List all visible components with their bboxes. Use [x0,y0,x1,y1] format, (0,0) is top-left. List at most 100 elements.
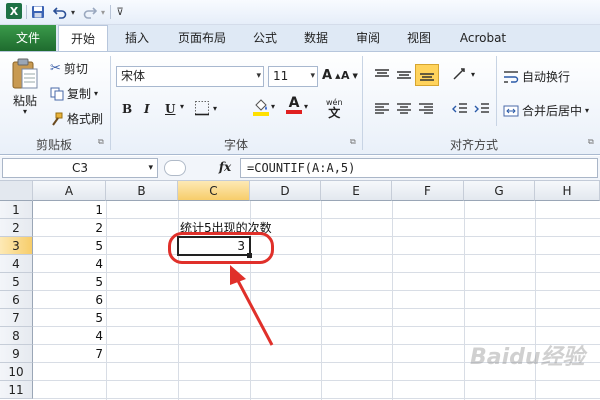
row-header[interactable]: 1 [0,201,33,219]
row-header[interactable]: 2 [0,219,33,237]
annotation-arrow [230,265,274,346]
underline-dropdown-icon[interactable]: ▾ [180,102,184,111]
cell-a8[interactable]: 4 [33,327,106,345]
cell-a9[interactable]: 7 [33,345,106,363]
undo-icon[interactable] [52,4,68,20]
row-header[interactable]: 10 [0,363,33,381]
align-right-button[interactable] [418,102,434,116]
column-header-selected[interactable]: C [178,181,250,201]
tab-formulas[interactable]: 公式 [245,25,285,51]
redo-icon[interactable] [82,4,98,20]
column-header[interactable]: F [392,181,464,201]
shrink-font-button[interactable]: A ▼ [341,69,358,82]
cut-button[interactable]: ✂ 剪切 [50,60,88,77]
orientation-dropdown-icon: ▾ [471,69,476,79]
fill-dropdown-icon[interactable]: ▾ [271,102,275,111]
row-header[interactable]: 8 [0,327,33,345]
splitter-handle[interactable] [164,160,186,176]
copy-dropdown-icon[interactable]: ▾ [94,89,98,98]
underline-button[interactable]: U [165,102,175,116]
cell-a3[interactable]: 5 [33,237,106,255]
grow-font-button[interactable]: A ▲ [322,68,340,83]
customize-arrow-icon[interactable]: ⊽ [114,4,126,20]
align-left-button[interactable] [374,102,390,116]
row-header[interactable]: 7 [0,309,33,327]
tab-view[interactable]: 视图 [399,25,439,51]
grid-line [33,326,600,327]
font-name-select[interactable]: 宋体 ▾ [116,66,264,87]
font-color-dropdown-icon[interactable]: ▾ [304,102,308,111]
chevron-down-icon[interactable]: ▾ [148,159,153,177]
cell-a4[interactable]: 4 [33,255,106,273]
row-header[interactable]: 9 [0,345,33,363]
orientation-button[interactable]: ▾ [452,66,475,82]
copy-button[interactable]: 复制 ▾ [50,85,98,102]
clipboard-group-label: 剪贴板 [35,138,72,152]
align-center-button[interactable] [396,102,412,116]
grid-line [106,201,107,400]
grid-line [33,308,600,309]
column-header[interactable]: E [321,181,392,201]
formula-input[interactable]: =COUNTIF(A:A,5) [240,158,598,178]
text-orientation-icon [453,68,465,80]
bold-button[interactable]: B [122,102,132,116]
name-box[interactable]: C3 ▾ [2,158,158,178]
copy-icon [50,87,64,100]
alignment-launcher-icon[interactable]: ⧉ [588,137,594,147]
increase-indent-button[interactable] [474,102,490,116]
grid-line [33,398,600,399]
tab-data[interactable]: 数据 [296,25,336,51]
excel-window: X ▾ ▾ ⊽ 文件 开始 插入 页面布局 公式 数据 审阅 视图 Acroba… [0,0,600,400]
save-icon[interactable] [30,4,46,20]
row-header-selected[interactable]: 3 [0,237,33,255]
tab-acrobat[interactable]: Acrobat [452,25,514,51]
tab-page-layout[interactable]: 页面布局 [170,25,234,51]
wrap-text-button[interactable]: 自动换行 [503,68,570,85]
tab-home[interactable]: 开始 [58,25,108,52]
select-all-corner[interactable] [0,181,33,201]
quick-access-toolbar: X ▾ ▾ ⊽ [0,0,600,25]
borders-button[interactable]: ▾ [194,100,217,116]
redo-dropdown-icon[interactable]: ▾ [99,4,107,20]
align-middle-button[interactable] [396,68,412,82]
qat-separator [110,5,111,19]
grow-font-icon: A [322,68,333,83]
column-header[interactable]: H [535,181,600,201]
paste-button[interactable]: 粘贴 ▾ [8,58,42,116]
row-header[interactable]: 4 [0,255,33,273]
row-header[interactable]: 6 [0,291,33,309]
row-header[interactable]: 5 [0,273,33,291]
merge-center-button[interactable]: 合并后居中 ▾ [503,102,589,119]
fill-color-button[interactable] [253,98,269,116]
tab-file[interactable]: 文件 [0,25,56,51]
format-painter-button[interactable]: 格式刷 [50,110,103,127]
cell-a1[interactable]: 1 [33,201,106,219]
cell-a5[interactable]: 5 [33,273,106,291]
worksheet-grid[interactable]: A B C D E F G H 1 2 3 4 5 6 7 8 9 10 11 [0,181,600,400]
column-header[interactable]: G [464,181,535,201]
font-size-select[interactable]: 11 ▾ [268,66,318,87]
paste-dropdown-icon[interactable]: ▾ [23,107,27,116]
insert-function-icon[interactable]: fx [214,160,236,174]
column-header[interactable]: A [33,181,106,201]
row-header[interactable]: 11 [0,381,33,399]
cell-a6[interactable]: 6 [33,291,106,309]
excel-app-icon[interactable]: X [6,3,22,19]
cell-a2[interactable]: 2 [33,219,106,237]
clipboard-launcher-icon[interactable]: ⧉ [98,137,104,147]
shrink-font-icon: A [341,69,350,82]
undo-dropdown-icon[interactable]: ▾ [69,4,77,20]
font-launcher-icon[interactable]: ⧉ [350,137,356,147]
align-top-button[interactable] [374,68,390,82]
italic-button[interactable]: I [144,102,150,116]
font-color-button[interactable]: A [286,96,302,114]
align-bottom-button[interactable] [415,64,439,86]
tab-review[interactable]: 审阅 [348,25,388,51]
cell-a7[interactable]: 5 [33,309,106,327]
column-header[interactable]: D [250,181,321,201]
phonetic-button[interactable]: wén 文 [326,98,343,119]
decrease-indent-button[interactable] [452,102,468,116]
watermark: Baidu经验 [470,345,585,370]
tab-insert[interactable]: 插入 [115,25,159,51]
column-header[interactable]: B [106,181,178,201]
